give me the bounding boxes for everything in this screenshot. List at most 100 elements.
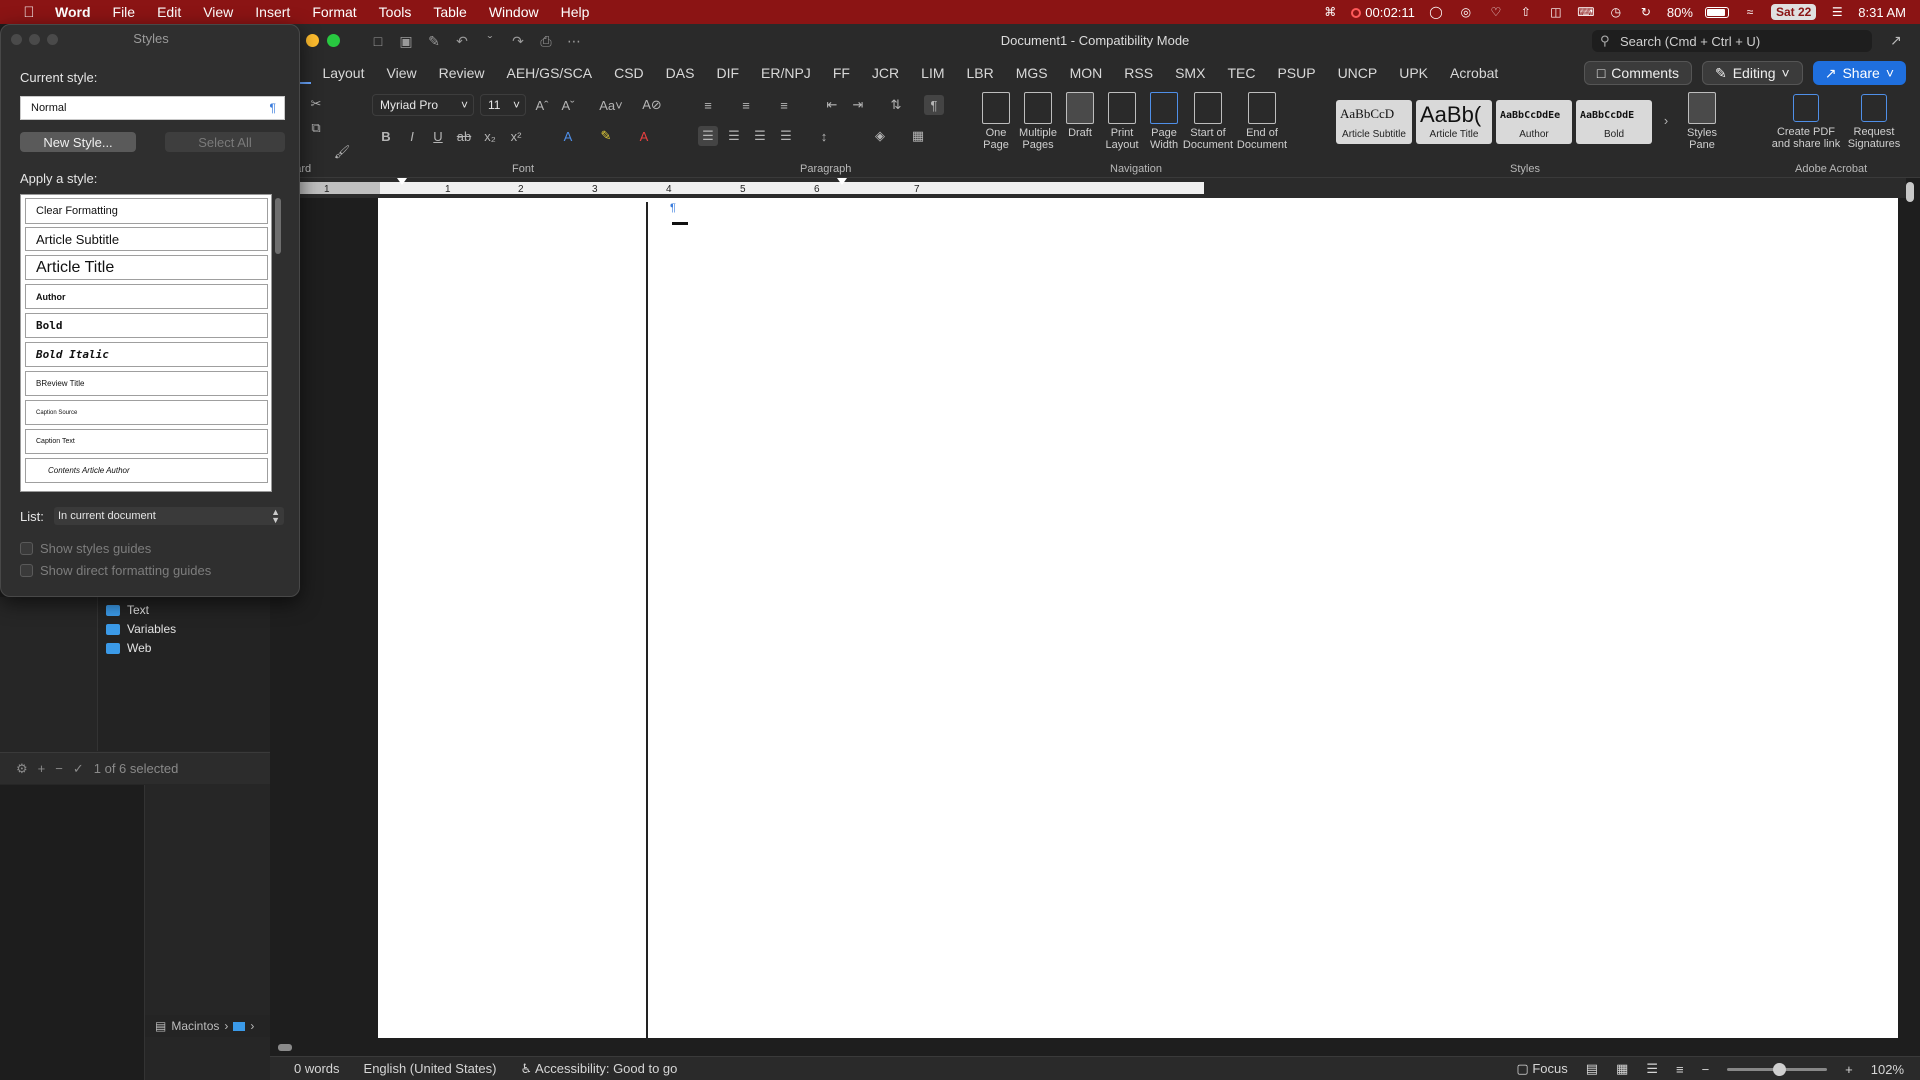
- tab-rss[interactable]: RSS: [1113, 65, 1164, 81]
- menu-file[interactable]: File: [102, 4, 147, 20]
- numbering-icon[interactable]: ≡: [736, 95, 756, 115]
- zoom-in-icon[interactable]: +: [1845, 1062, 1853, 1077]
- highlight-icon[interactable]: ✎: [596, 126, 616, 146]
- undo-dropdown-icon[interactable]: ˇ: [480, 31, 500, 51]
- superscript-icon[interactable]: x²: [506, 126, 526, 146]
- bold-icon[interactable]: B: [376, 126, 396, 146]
- draft-view-icon[interactable]: ≡: [1676, 1062, 1684, 1077]
- style-thumb-bold[interactable]: AaBbCcDdE Bold: [1576, 100, 1652, 144]
- tab-lbr[interactable]: LBR: [956, 65, 1005, 81]
- end-of-document-button[interactable]: End of Document: [1236, 92, 1288, 151]
- menu-view[interactable]: View: [192, 4, 244, 20]
- tab-dif[interactable]: DIF: [705, 65, 750, 81]
- tab-mon[interactable]: MON: [1059, 65, 1114, 81]
- new-document-icon[interactable]: □: [368, 31, 388, 51]
- align-left-icon[interactable]: ☰: [698, 126, 718, 146]
- increase-indent-icon[interactable]: ⇥: [848, 95, 868, 115]
- style-list[interactable]: Clear Formatting Article Subtitle Articl…: [20, 194, 272, 492]
- style-item-caption-text[interactable]: Caption Text: [25, 429, 268, 454]
- word-count[interactable]: 0 words: [294, 1061, 340, 1076]
- new-style-button[interactable]: New Style...: [20, 132, 136, 152]
- columns-icon[interactable]: ◫: [1547, 5, 1565, 19]
- recording-timer[interactable]: 00:02:11: [1351, 5, 1415, 20]
- tab-das[interactable]: DAS: [655, 65, 706, 81]
- path-root[interactable]: Macintos: [171, 1019, 219, 1033]
- save-icon[interactable]: ▣: [396, 31, 416, 51]
- strikethrough-icon[interactable]: ab: [454, 126, 474, 146]
- style-item-caption-source[interactable]: Caption Source: [25, 400, 268, 425]
- folder-web[interactable]: Web: [106, 641, 151, 655]
- zoom-slider[interactable]: [1727, 1062, 1828, 1076]
- show-formatting-icon[interactable]: ¶: [924, 95, 944, 115]
- tab-layout[interactable]: Layout: [311, 65, 375, 81]
- tab-ernpj[interactable]: ER/NPJ: [750, 65, 822, 81]
- tab-view[interactable]: View: [376, 65, 428, 81]
- style-list-scrollbar[interactable]: [275, 198, 281, 254]
- gear-icon[interactable]: ⚙: [16, 761, 28, 777]
- borders-icon[interactable]: ▦: [908, 126, 928, 146]
- decrease-indent-icon[interactable]: ⇤: [822, 95, 842, 115]
- check-icon[interactable]: ✓: [73, 761, 84, 777]
- copy-icon[interactable]: ⧉: [306, 118, 326, 138]
- tab-acrobat[interactable]: Acrobat: [1439, 65, 1509, 81]
- tab-aeh[interactable]: AEH/GS/SCA: [496, 65, 604, 81]
- share-button[interactable]: ↗ Share ˅: [1812, 61, 1906, 85]
- justify-icon[interactable]: ☰: [776, 126, 796, 146]
- tab-upk[interactable]: UPK: [1388, 65, 1439, 81]
- shading-icon[interactable]: ◈: [870, 126, 890, 146]
- undo-icon[interactable]: ↶: [452, 31, 472, 51]
- tab-lim[interactable]: LIM: [910, 65, 955, 81]
- menu-format[interactable]: Format: [301, 4, 367, 20]
- tab-uncp[interactable]: UNCP: [1327, 65, 1389, 81]
- date-badge[interactable]: Sat 22: [1770, 4, 1817, 20]
- zoom-level[interactable]: 102%: [1871, 1062, 1904, 1077]
- list-filter-select[interactable]: In current document ▲ ▼: [54, 507, 284, 525]
- redo-icon[interactable]: ↷: [508, 31, 528, 51]
- font-color-icon[interactable]: A: [634, 126, 654, 146]
- tab-ff[interactable]: FF: [822, 65, 861, 81]
- battery-icon[interactable]: [1704, 6, 1729, 18]
- style-item-bold[interactable]: Bold: [25, 313, 268, 338]
- cut-icon[interactable]: ✂: [306, 94, 326, 114]
- line-spacing-icon[interactable]: ↕: [814, 126, 834, 146]
- style-item-contents-article-author[interactable]: Contents Article Author: [25, 458, 268, 483]
- print-icon[interactable]: ⎙: [536, 31, 556, 51]
- tab-smx[interactable]: SMX: [1164, 65, 1216, 81]
- clear-formatting-icon[interactable]: A⊘: [642, 95, 662, 115]
- change-case-icon[interactable]: Aa˅: [596, 95, 626, 115]
- right-indent-marker[interactable]: [837, 178, 847, 185]
- zoom-out-icon[interactable]: −: [1702, 1062, 1710, 1077]
- style-item-article-subtitle[interactable]: Article Subtitle: [25, 227, 268, 251]
- menu-insert[interactable]: Insert: [244, 4, 301, 20]
- print-layout-view-icon[interactable]: ▤: [1586, 1061, 1598, 1077]
- tab-mgs[interactable]: MGS: [1005, 65, 1059, 81]
- select-all-button[interactable]: Select All: [165, 132, 285, 152]
- italic-icon[interactable]: I: [402, 126, 422, 146]
- menu-window[interactable]: Window: [478, 4, 550, 20]
- language-status[interactable]: English (United States): [364, 1061, 497, 1076]
- style-thumb-article-title[interactable]: AaBb(Article Title: [1416, 100, 1492, 144]
- folder-text[interactable]: Text: [106, 603, 149, 617]
- menu-edit[interactable]: Edit: [146, 4, 192, 20]
- sync-icon[interactable]: ◎: [1457, 5, 1475, 19]
- current-style-field[interactable]: Normal ¶: [20, 96, 285, 120]
- font-name-select[interactable]: Myriad Pro ˅: [372, 94, 474, 116]
- first-line-indent-marker[interactable]: [397, 178, 407, 185]
- show-direct-formatting-checkbox[interactable]: Show direct formatting guides: [20, 563, 211, 578]
- upload-icon[interactable]: ⇧: [1517, 5, 1535, 19]
- comments-button[interactable]: □ Comments: [1583, 61, 1692, 85]
- style-item-clear-formatting[interactable]: Clear Formatting: [25, 198, 268, 224]
- style-item-bold-italic[interactable]: Bold Italic: [25, 342, 268, 367]
- horizontal-ruler[interactable]: 1 1 2 3 4 5 6 7: [270, 178, 1906, 198]
- control-center-icon[interactable]: ☰: [1828, 5, 1846, 19]
- focus-button[interactable]: ▢ Focus: [1516, 1061, 1567, 1077]
- menu-tools[interactable]: Tools: [368, 4, 423, 20]
- time-machine-icon[interactable]: ↻: [1637, 5, 1655, 19]
- app-status-icon[interactable]: ⌘: [1321, 5, 1339, 19]
- chevron-right-icon[interactable]: ›: [1656, 110, 1676, 130]
- show-styles-guides-checkbox[interactable]: Show styles guides: [20, 541, 151, 556]
- accessibility-status[interactable]: ♿ Accessibility: Good to go: [520, 1061, 677, 1077]
- tab-csd[interactable]: CSD: [603, 65, 655, 81]
- bullets-icon[interactable]: ≡: [698, 95, 718, 115]
- subscript-icon[interactable]: x₂: [480, 126, 500, 146]
